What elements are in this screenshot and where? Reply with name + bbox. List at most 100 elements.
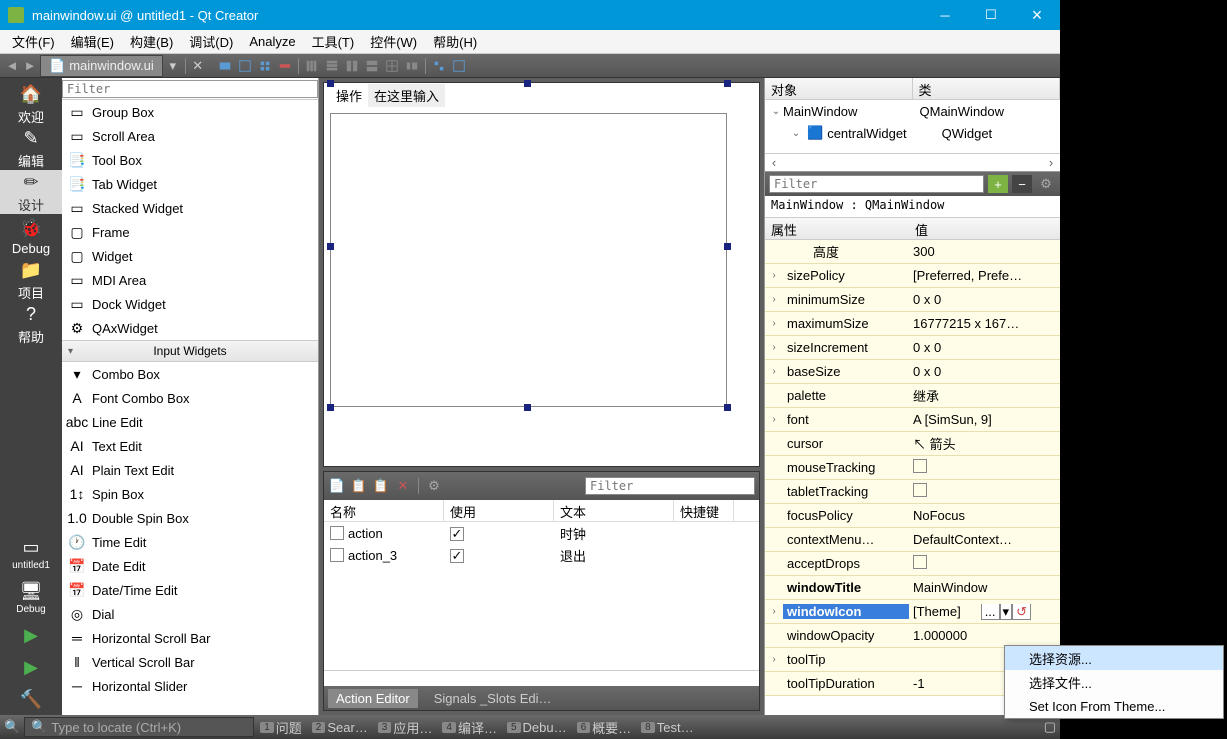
property-row[interactable]: acceptDrops	[765, 552, 1060, 576]
output-pane-button[interactable]: 3应用…	[376, 718, 435, 737]
property-row[interactable]: focusPolicyNoFocus	[765, 504, 1060, 528]
expand-icon[interactable]: ›	[765, 654, 783, 665]
paste-action-icon[interactable]: 📋	[372, 477, 390, 495]
remove-prop-icon[interactable]: −	[1012, 175, 1032, 193]
widget-item[interactable]: ◎Dial	[62, 602, 318, 626]
column-header[interactable]: 属性	[765, 218, 909, 239]
expand-icon[interactable]: ›	[765, 366, 783, 377]
expand-icon[interactable]: ›	[765, 270, 783, 281]
expand-icon[interactable]: ›	[765, 318, 783, 329]
column-header[interactable]: 值	[909, 218, 1060, 239]
layout-icon[interactable]	[403, 57, 421, 75]
property-row[interactable]: ›maximumSize16777215 x 167…	[765, 312, 1060, 336]
expand-icon[interactable]: ›	[765, 342, 783, 353]
expand-icon[interactable]: ›	[765, 606, 783, 617]
property-row[interactable]: palette继承	[765, 384, 1060, 408]
close-panel-icon[interactable]: ▢	[1044, 719, 1056, 735]
output-pane-button[interactable]: 6概要…	[575, 718, 634, 737]
widget-item[interactable]: ▢Frame	[62, 220, 318, 244]
widget-item[interactable]: AFont Combo Box	[62, 386, 318, 410]
tool-icon[interactable]	[236, 57, 254, 75]
tab-close-icon[interactable]: ✕	[190, 58, 206, 74]
property-value[interactable]: 300	[909, 244, 1060, 259]
expand-icon[interactable]: ⌄	[789, 128, 803, 139]
widget-item[interactable]: ▭Group Box	[62, 100, 318, 124]
context-menu-item[interactable]: 选择文件...	[1005, 670, 1223, 694]
widget-item[interactable]: AIPlain Text Edit	[62, 458, 318, 482]
widget-item[interactable]: 1↕Spin Box	[62, 482, 318, 506]
property-row[interactable]: ›fontA [SimSun, 9]	[765, 408, 1060, 432]
kit-selector[interactable]: 🖥Debug	[0, 575, 62, 619]
used-checkbox[interactable]: ✓	[450, 549, 464, 563]
reset-icon[interactable]: ↺	[1012, 604, 1031, 620]
context-menu-item[interactable]: 选择资源...	[1005, 646, 1223, 670]
column-header[interactable]: 类	[913, 78, 1061, 99]
menu-item[interactable]: Analyze	[241, 32, 303, 51]
layout-icon[interactable]	[383, 57, 401, 75]
debug-run-button[interactable]: ▶	[0, 651, 62, 683]
expand-icon[interactable]: ›	[765, 414, 783, 425]
property-row[interactable]: ›windowIcon[Theme]...▾↺	[765, 600, 1060, 624]
tool-icon[interactable]	[216, 57, 234, 75]
context-menu-item[interactable]: Set Icon From Theme...	[1005, 694, 1223, 718]
mode-帮助[interactable]: ?帮助	[0, 302, 62, 346]
locator-input[interactable]: 🔍 Type to locate (Ctrl+K)	[24, 717, 254, 737]
tool-icon[interactable]	[256, 57, 274, 75]
column-header[interactable]: 快捷键	[674, 500, 734, 521]
scroll-left-icon[interactable]: ‹	[765, 154, 783, 171]
output-pane-button[interactable]: 5Debu…	[505, 718, 569, 737]
property-value[interactable]: 0 x 0	[909, 364, 1060, 379]
config-icon[interactable]: ⚙	[425, 477, 443, 495]
property-row[interactable]: contextMenu…DefaultContext…	[765, 528, 1060, 552]
property-filter-input[interactable]	[769, 175, 984, 193]
menu-item[interactable]: 编辑(E)	[63, 30, 122, 53]
property-value[interactable]: DefaultContext…	[909, 532, 1060, 547]
property-value[interactable]: 0 x 0	[909, 292, 1060, 307]
widget-item[interactable]: ▭Dock Widget	[62, 292, 318, 316]
property-value[interactable]: 16777215 x 167…	[909, 316, 1060, 331]
adjust-size-icon[interactable]	[450, 57, 468, 75]
property-value[interactable]: NoFocus	[909, 508, 1060, 523]
column-header[interactable]: 文本	[554, 500, 674, 521]
action-row[interactable]: action✓时钟	[324, 522, 759, 544]
property-row[interactable]: ›sizePolicy[Preferred, Prefe…	[765, 264, 1060, 288]
mode-项目[interactable]: 📁项目	[0, 258, 62, 302]
widget-item[interactable]: ═Horizontal Scroll Bar	[62, 626, 318, 650]
layout-icon[interactable]	[343, 57, 361, 75]
property-row[interactable]: windowTitleMainWindow	[765, 576, 1060, 600]
add-prop-icon[interactable]: +	[988, 175, 1008, 193]
new-action-icon[interactable]: 📄	[328, 477, 346, 495]
widget-category[interactable]: Input Widgets	[62, 340, 318, 362]
widget-filter-input[interactable]	[62, 80, 318, 98]
maximize-button[interactable]: ☐	[968, 0, 1014, 30]
browse-button[interactable]: ...	[981, 604, 1000, 620]
canvas-menu-placeholder[interactable]: 在这里输入	[368, 84, 445, 107]
widget-item[interactable]: ▢Widget	[62, 244, 318, 268]
property-value[interactable]: MainWindow	[909, 580, 1060, 595]
widget-item[interactable]: AIText Edit	[62, 434, 318, 458]
property-row[interactable]: 高度300	[765, 240, 1060, 264]
output-pane-button[interactable]: 1问题	[258, 718, 304, 737]
property-value[interactable]: [Preferred, Prefe…	[909, 268, 1060, 283]
widget-item[interactable]: ▾Combo Box	[62, 362, 318, 386]
mode-设计[interactable]: ✏设计	[0, 170, 62, 214]
property-row[interactable]: ›sizeIncrement0 x 0	[765, 336, 1060, 360]
copy-action-icon[interactable]: 📋	[350, 477, 368, 495]
mode-编辑[interactable]: ✎编辑	[0, 126, 62, 170]
property-value[interactable]: 1.000000	[909, 628, 1060, 643]
widget-item[interactable]: 📅Date Edit	[62, 554, 318, 578]
property-row[interactable]: cursor↖ 箭头	[765, 432, 1060, 456]
widget-item[interactable]: ⚙QAxWidget	[62, 316, 318, 340]
property-row[interactable]: tabletTracking	[765, 480, 1060, 504]
central-widget[interactable]	[330, 113, 727, 407]
dropdown-icon[interactable]: ▾	[1000, 604, 1013, 620]
property-value[interactable]: A [SimSun, 9]	[909, 412, 1060, 427]
panel-tab[interactable]: Action Editor	[328, 689, 418, 708]
widget-item[interactable]: 1.0Double Spin Box	[62, 506, 318, 530]
minimize-button[interactable]: ─	[922, 0, 968, 30]
checkbox-icon[interactable]	[913, 459, 927, 473]
column-header[interactable]: 使用	[444, 500, 554, 521]
action-filter-input[interactable]	[585, 477, 755, 495]
output-pane-button[interactable]: 8Test…	[639, 718, 695, 737]
menu-item[interactable]: 帮助(H)	[425, 30, 485, 53]
